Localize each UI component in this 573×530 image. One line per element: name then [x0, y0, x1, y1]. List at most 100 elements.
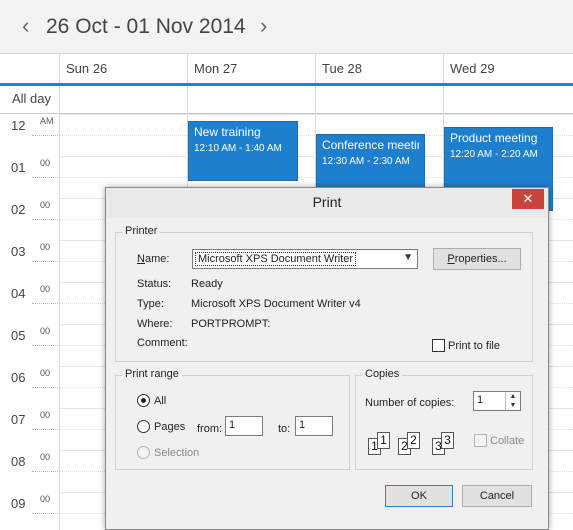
to-page-input[interactable]: 1	[295, 416, 333, 436]
event-time: 12:20 AM - 2:20 AM	[450, 149, 538, 160]
range-selection-label[interactable]: Selection	[154, 447, 199, 459]
hour-label: 06	[11, 370, 26, 385]
properties-label-rest: roperties...	[454, 253, 507, 265]
minute-label: 00	[40, 368, 51, 378]
hour-label: 03	[11, 244, 26, 259]
hour-divider	[32, 219, 58, 220]
hour-divider	[32, 513, 58, 514]
all-day-label: All day	[12, 91, 52, 106]
minute-label: 00	[40, 494, 51, 504]
ok-button[interactable]: OK	[385, 485, 453, 507]
day-header-tue[interactable]: Tue 28	[315, 54, 443, 84]
minute-label: 00	[40, 326, 51, 336]
range-selection-radio[interactable]	[137, 446, 150, 459]
hour-divider	[32, 261, 58, 262]
minute-label: 00	[40, 452, 51, 462]
printer-name-value: Microsoft XPS Document Writer	[195, 252, 357, 266]
event-time: 12:30 AM - 2:30 AM	[322, 156, 410, 167]
range-pages-radio[interactable]	[137, 420, 150, 433]
dialog-titlebar[interactable]: Print ✕	[106, 188, 548, 218]
day-header-row: Sun 26 Mon 27 Tue 28 Wed 29	[0, 54, 573, 84]
minute-label: 00	[40, 242, 51, 252]
hour-divider	[32, 177, 58, 178]
chevron-down-icon: ▼	[403, 252, 413, 263]
copies-spinner[interactable]: ▲ ▼	[505, 392, 520, 410]
minute-label: 00	[40, 158, 51, 168]
from-label: from:	[197, 423, 223, 435]
hour-label: 04	[11, 286, 26, 301]
date-range-title: 26 Oct - 01 Nov 2014	[46, 15, 246, 38]
printer-name-label-rest: ame:	[144, 253, 170, 265]
printer-group-title: Printer	[122, 225, 161, 237]
event-title: New training	[194, 125, 261, 139]
printer-group: Printer Name: Microsoft XPS Document Wri…	[115, 225, 533, 362]
copies-group: Copies Number of copies: 1 ▲ ▼ 1 1 2 2 3…	[355, 368, 533, 470]
copies-group-title: Copies	[362, 368, 403, 380]
close-icon[interactable]: ✕	[512, 189, 544, 209]
grid-divider	[315, 86, 316, 114]
event-title: Conference meeting	[322, 138, 419, 152]
hour-divider	[32, 471, 58, 472]
printer-name-label: Name:	[137, 253, 170, 265]
collate-checkbox[interactable]	[474, 434, 487, 447]
event-new-training[interactable]: New training 12:10 AM - 1:40 AM	[188, 121, 298, 181]
minute-label: 00	[40, 410, 51, 420]
hour-label: 02	[11, 202, 26, 217]
hour-divider	[32, 135, 58, 136]
to-label: to:	[278, 423, 291, 435]
hour-divider	[32, 303, 58, 304]
grid-divider	[443, 86, 444, 114]
status-label: Status:	[137, 278, 172, 290]
event-time: 12:10 AM - 1:40 AM	[194, 143, 282, 154]
hour-label: 08	[11, 454, 26, 469]
collate-page-icon: 3	[441, 432, 454, 449]
previous-week-button[interactable]: ‹	[22, 13, 29, 39]
hour-divider	[32, 345, 58, 346]
print-range-group-title: Print range	[122, 368, 182, 380]
hour-label: 09	[11, 496, 26, 511]
print-dialog: Print ✕ Printer Name: Microsoft XPS Docu…	[105, 187, 549, 530]
grid-divider	[187, 86, 188, 114]
status-value: Ready	[191, 278, 223, 290]
spin-down-icon[interactable]: ▼	[506, 401, 520, 410]
spin-up-icon[interactable]: ▲	[506, 392, 520, 401]
calendar-header: ‹ 26 Oct - 01 Nov 2014 ›	[0, 0, 573, 54]
comment-label: Comment:	[137, 337, 188, 349]
hour-label: 12	[11, 118, 26, 133]
range-all-label[interactable]: All	[154, 395, 166, 407]
hour-label: 01	[11, 160, 26, 175]
hour-label: 07	[11, 412, 26, 427]
hour-line	[60, 114, 573, 115]
where-label: Where:	[137, 318, 173, 330]
dialog-title: Print	[312, 194, 342, 210]
day-header-wed[interactable]: Wed 29	[443, 54, 573, 84]
print-to-file-label[interactable]: Print to file	[448, 340, 500, 352]
print-range-group: Print range All Pages from: 1 to: 1 Sele…	[115, 368, 350, 470]
collate-label[interactable]: Collate	[490, 435, 524, 447]
from-page-input[interactable]: 1	[225, 416, 263, 436]
event-title: Product meeting	[450, 131, 538, 145]
type-value: Microsoft XPS Document Writer v4	[191, 298, 361, 310]
minute-label: 00	[40, 200, 51, 210]
day-header-mon[interactable]: Mon 27	[187, 54, 315, 84]
day-header-sun[interactable]: Sun 26	[59, 54, 187, 84]
next-week-button[interactable]: ›	[260, 13, 267, 39]
grid-divider	[59, 86, 60, 114]
copies-count-label: Number of copies:	[365, 397, 455, 409]
hour-divider	[32, 429, 58, 430]
type-label: Type:	[137, 298, 164, 310]
printer-name-select[interactable]: Microsoft XPS Document Writer ▼	[192, 249, 418, 269]
collate-page-icon: 1	[377, 432, 390, 449]
all-day-row[interactable]: All day	[0, 86, 573, 114]
properties-button[interactable]: Properties...	[433, 248, 521, 270]
minute-label: AM	[40, 116, 54, 126]
range-pages-label[interactable]: Pages	[154, 421, 185, 433]
range-all-radio[interactable]	[137, 394, 150, 407]
collate-illustration: 1 1 2 2 3 3	[368, 430, 464, 460]
cancel-button[interactable]: Cancel	[462, 485, 532, 507]
print-to-file-checkbox[interactable]	[432, 339, 445, 352]
hour-label: 05	[11, 328, 26, 343]
properties-mnemonic: P	[447, 253, 455, 265]
minute-label: 00	[40, 284, 51, 294]
where-value: PORTPROMPT:	[191, 318, 271, 330]
